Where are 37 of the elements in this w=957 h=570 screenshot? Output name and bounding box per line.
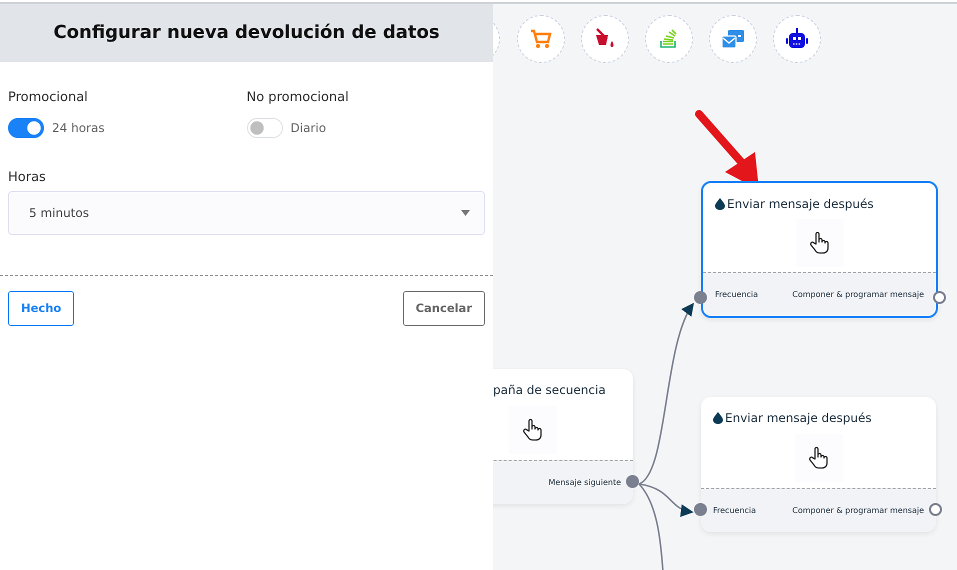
cancel-button[interactable]: Cancelar bbox=[402, 291, 485, 326]
output-port[interactable] bbox=[933, 291, 946, 304]
panel-title: Configurar nueva devolución de datos bbox=[53, 22, 440, 44]
node-title: paña de secuencia bbox=[493, 382, 606, 399]
port-label: Frecuencia bbox=[715, 288, 758, 300]
paint-bucket-icon bbox=[594, 28, 616, 50]
node-title: Enviar mensaje después bbox=[725, 410, 872, 427]
hand-pointer-icon bbox=[522, 418, 544, 442]
field-label: Horas bbox=[8, 168, 47, 186]
toggle-heading: Promocional bbox=[8, 89, 89, 107]
stack-icon bbox=[659, 29, 679, 49]
port-label: Componer & programar mensaje bbox=[792, 504, 924, 516]
robot-icon bbox=[785, 28, 809, 50]
toggle-label: 24 horas bbox=[52, 120, 105, 136]
toggle-label: Diario bbox=[290, 120, 326, 136]
input-port[interactable] bbox=[694, 291, 707, 304]
hand-pointer-icon bbox=[808, 446, 830, 470]
toolbar-button[interactable] bbox=[581, 15, 629, 63]
input-port[interactable] bbox=[694, 503, 707, 516]
toggle-switch[interactable] bbox=[8, 118, 44, 138]
node-title: Enviar mensaje después bbox=[727, 196, 874, 213]
messages-icon bbox=[721, 29, 745, 49]
flow-node[interactable]: paña de secuencia Mensaje siguiente bbox=[493, 369, 633, 504]
output-port[interactable] bbox=[929, 503, 942, 516]
flow-node[interactable]: Enviar mensaje después Frecuencia Componer & programar mensaje bbox=[701, 397, 936, 532]
flow-node[interactable]: Enviar mensaje después Frecuencia Componer & programar mensaje bbox=[701, 181, 938, 318]
done-button[interactable]: Hecho bbox=[8, 291, 74, 326]
select-field[interactable]: 5 minutos bbox=[8, 191, 485, 235]
output-port[interactable] bbox=[626, 475, 639, 488]
hand-pointer-icon bbox=[808, 230, 830, 254]
toggle-heading: No promocional bbox=[246, 89, 350, 107]
port-label: Mensaje siguiente bbox=[548, 476, 621, 488]
caret-icon bbox=[461, 210, 470, 216]
toolbar-button[interactable] bbox=[773, 15, 821, 63]
port-label: Frecuencia bbox=[713, 504, 756, 516]
port-label: Componer & programar mensaje bbox=[792, 288, 924, 300]
cart-icon bbox=[530, 29, 552, 49]
